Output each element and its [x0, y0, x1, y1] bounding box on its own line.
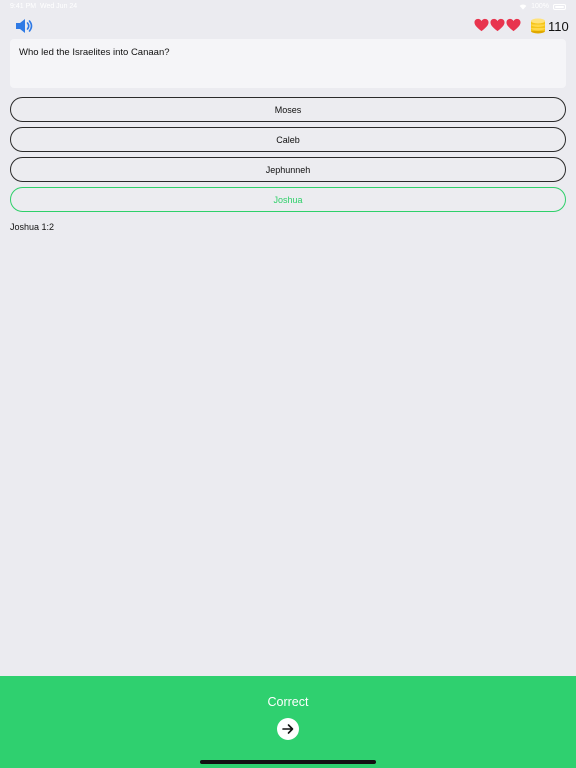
answer-option-joshua[interactable]: Joshua — [10, 187, 566, 212]
question-text: Who led the Israelites into Canaan? — [19, 47, 170, 58]
answer-option-jephunneh[interactable]: Jephunneh — [10, 157, 566, 182]
question-card: Who led the Israelites into Canaan? — [10, 39, 566, 88]
coin-stack-icon — [531, 18, 545, 34]
speaker-icon[interactable] — [14, 17, 34, 35]
result-label: Correct — [267, 695, 309, 709]
answer-label: Jephunneh — [265, 164, 311, 175]
heart-icon — [474, 18, 489, 32]
lives — [474, 18, 521, 32]
wifi-icon — [519, 4, 527, 10]
result-panel: Correct — [0, 676, 576, 768]
status-time: 9:41 PM — [10, 3, 37, 10]
answer-label: Moses — [274, 104, 302, 115]
heart-icon — [506, 18, 521, 32]
answer-option-caleb[interactable]: Caleb — [10, 127, 566, 152]
heart-icon — [490, 18, 505, 32]
answer-label: Joshua — [273, 194, 303, 205]
battery-icon — [553, 3, 566, 10]
coin-count: 110 — [548, 19, 569, 34]
battery-percent: 100% — [531, 3, 549, 10]
answer-label: Caleb — [276, 134, 300, 145]
arrow-right-icon — [282, 724, 294, 734]
home-indicator — [200, 760, 376, 764]
status-date: Wed Jun 24 — [39, 3, 78, 10]
next-button[interactable] — [277, 718, 299, 740]
top-bar: 110 — [0, 14, 576, 38]
answer-option-moses[interactable]: Moses — [10, 97, 566, 122]
scripture-reference: Joshua 1:2 — [10, 222, 55, 232]
status-bar: 9:41 PM Wed Jun 24 100% — [0, 0, 576, 14]
